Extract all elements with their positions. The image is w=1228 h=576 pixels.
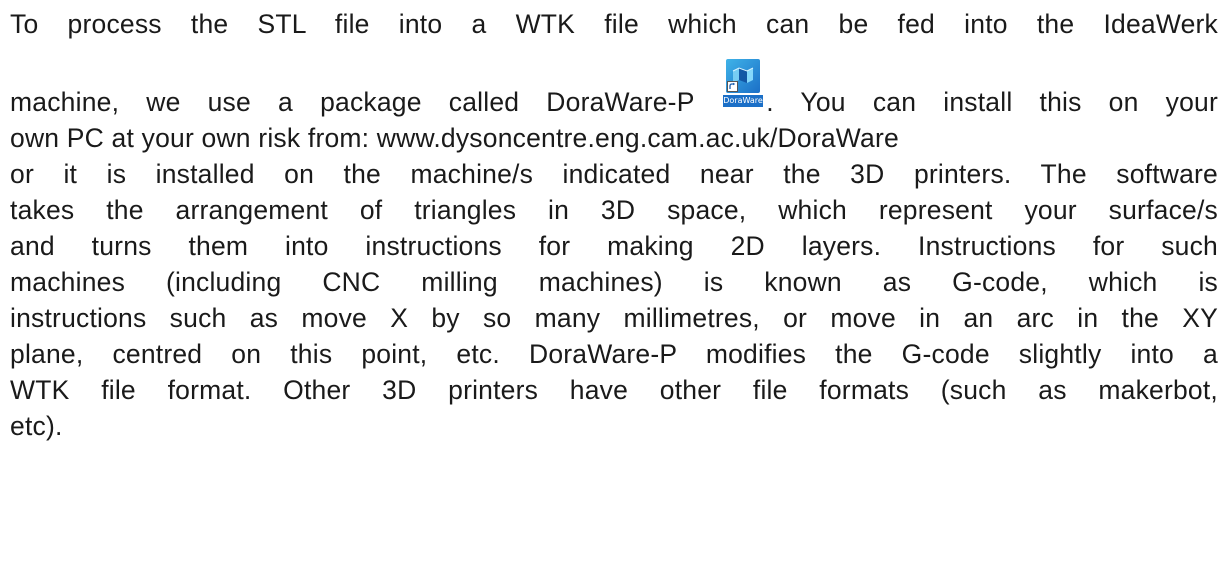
paragraph-line-6: and turns them into instructions for mak… bbox=[10, 231, 1218, 261]
paragraph-line-9: plane, centred on this point, etc. DoraW… bbox=[10, 339, 1218, 369]
paragraph-line-8: instructions such as move X by so many m… bbox=[10, 303, 1218, 333]
doraware-p-app-icon: DoraWare-P bbox=[723, 59, 771, 115]
paragraph-line-7: machines (including CNC milling machines… bbox=[10, 267, 1218, 297]
paragraph-line-3: own PC at your own risk from: www.dysonc… bbox=[10, 123, 899, 153]
paragraph-line-5: takes the arrangement of triangles in 3D… bbox=[10, 195, 1218, 225]
line-2-text-after-icon: . You can install this on your bbox=[766, 87, 1218, 117]
paragraph-line-11: etc). bbox=[10, 411, 63, 441]
shortcut-arrow-icon bbox=[727, 81, 739, 92]
line-2-text-before-icon: machine, we use a package called DoraWar… bbox=[10, 87, 695, 117]
paragraph-line-1: To process the STL file into a WTK file … bbox=[10, 9, 1218, 39]
app-icon-label: DoraWare-P bbox=[723, 95, 771, 107]
document-body: To process the STL file into a WTK file … bbox=[10, 0, 1218, 444]
paragraph-line-2: machine, we use a package called DoraWar… bbox=[10, 42, 1218, 120]
paragraph-line-2-text: machine, we use a package called DoraWar… bbox=[10, 59, 1218, 120]
paragraph-line-10: WTK file format. Other 3D printers have … bbox=[10, 375, 1218, 405]
paragraph-line-4: or it is installed on the machine/s indi… bbox=[10, 159, 1218, 189]
